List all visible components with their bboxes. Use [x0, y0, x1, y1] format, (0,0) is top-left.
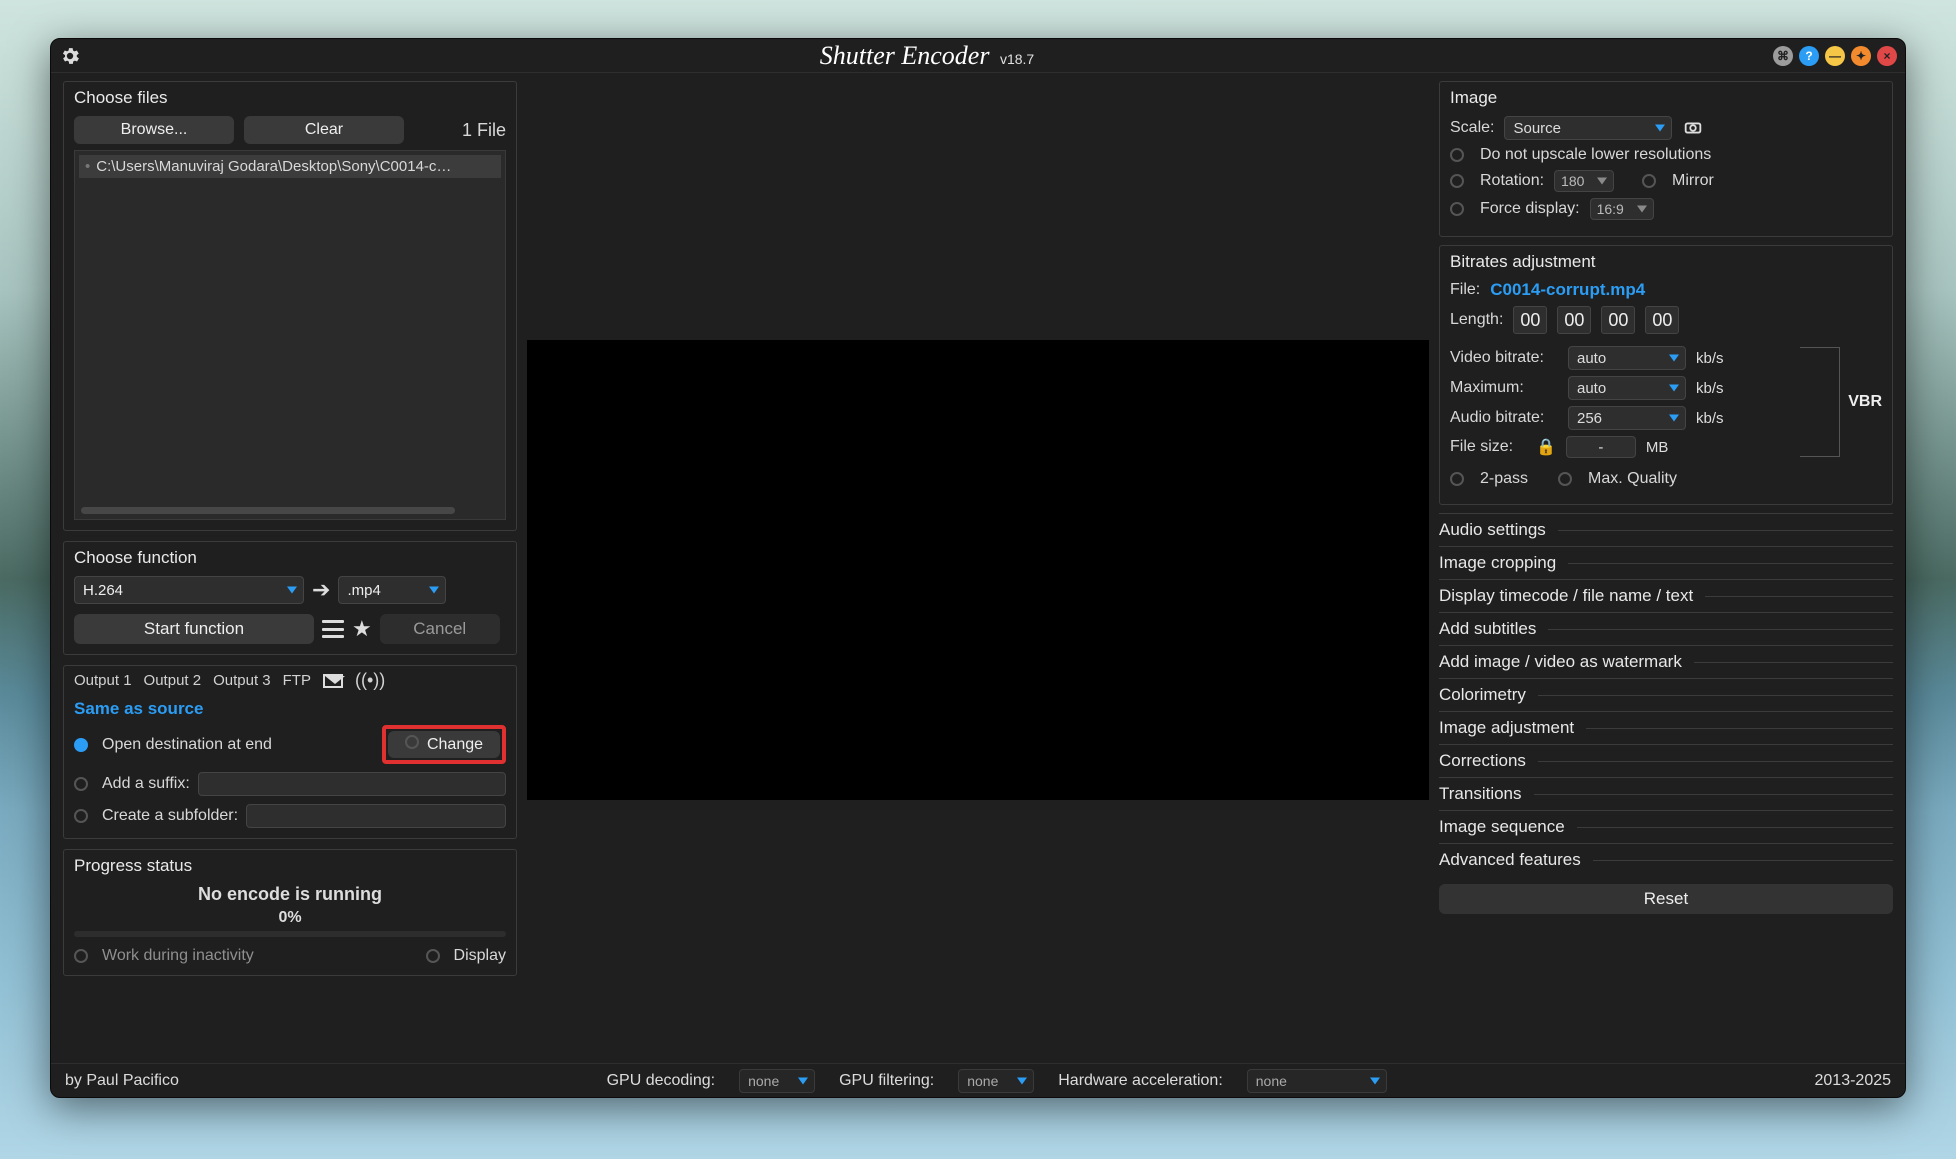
- progress-state: No encode is running: [74, 884, 506, 905]
- settings-icon[interactable]: [59, 45, 81, 67]
- section-watermark[interactable]: Add image / video as watermark: [1439, 645, 1893, 678]
- section-transitions[interactable]: Transitions: [1439, 777, 1893, 810]
- tab-output-3[interactable]: Output 3: [213, 672, 271, 689]
- clear-button[interactable]: Clear: [244, 116, 404, 144]
- max-quality-option[interactable]: [1558, 472, 1572, 486]
- file-list[interactable]: C:\Users\Manuviraj Godara\Desktop\Sony\C…: [74, 150, 506, 520]
- len-fr[interactable]: 00: [1645, 306, 1679, 334]
- container-select[interactable]: .mp4: [338, 576, 446, 604]
- bitrates-panel: Bitrates adjustment File: C0014-corrupt.…: [1439, 245, 1893, 505]
- section-timecode[interactable]: Display timecode / file name / text: [1439, 579, 1893, 612]
- years-label: 2013-2025: [1815, 1072, 1892, 1090]
- titlebar: Shutter Encoder v18.7 ⌘ ? — ✦ ×: [51, 39, 1905, 73]
- file-item[interactable]: C:\Users\Manuviraj Godara\Desktop\Sony\C…: [79, 155, 501, 178]
- display-option[interactable]: Display: [426, 947, 506, 965]
- lock-icon[interactable]: 🔒: [1536, 437, 1556, 457]
- section-imgadjust[interactable]: Image adjustment: [1439, 711, 1893, 744]
- change-highlight: Change: [382, 725, 506, 764]
- audio-bitrate-select[interactable]: 256: [1568, 406, 1686, 430]
- force-display-select[interactable]: 16:9: [1590, 198, 1654, 220]
- tab-output-1[interactable]: Output 1: [74, 672, 132, 689]
- video-bitrate-select[interactable]: auto: [1568, 346, 1686, 370]
- menu-icon[interactable]: [322, 620, 344, 638]
- choose-files-panel: Choose files Browse... Clear 1 File C:\U…: [63, 81, 517, 531]
- start-button[interactable]: Start function: [74, 614, 314, 644]
- subfolder-option[interactable]: [74, 809, 88, 823]
- bracket-decor: [1800, 347, 1840, 457]
- tab-ftp[interactable]: FTP: [283, 672, 311, 689]
- section-cropping[interactable]: Image cropping: [1439, 546, 1893, 579]
- two-pass-option[interactable]: [1450, 472, 1464, 486]
- section-corrections[interactable]: Corrections: [1439, 744, 1893, 777]
- rotation-option[interactable]: [1450, 174, 1464, 188]
- progress-panel: Progress status No encode is running 0% …: [63, 849, 517, 976]
- scale-select[interactable]: Source: [1504, 116, 1672, 140]
- stream-icon[interactable]: ((•)): [355, 670, 385, 691]
- rotation-select[interactable]: 180: [1554, 170, 1614, 192]
- len-m[interactable]: 00: [1557, 306, 1591, 334]
- suffix-option[interactable]: [74, 777, 88, 791]
- mail-icon[interactable]: [323, 674, 343, 688]
- help-icon[interactable]: ?: [1799, 46, 1819, 66]
- choose-files-title: Choose files: [74, 88, 506, 108]
- statusbar: by Paul Pacifico GPU decoding: none GPU …: [51, 1063, 1905, 1097]
- sections: Audio settings Image cropping Display ti…: [1439, 513, 1893, 876]
- favorite-icon[interactable]: ★: [352, 616, 372, 642]
- section-colorimetry[interactable]: Colorimetry: [1439, 678, 1893, 711]
- app-title: Shutter Encoder v18.7: [81, 41, 1773, 71]
- gpu-filtering-select[interactable]: none: [958, 1069, 1034, 1093]
- len-h[interactable]: 00: [1513, 306, 1547, 334]
- change-button[interactable]: Change: [388, 731, 500, 758]
- browse-button[interactable]: Browse...: [74, 116, 234, 144]
- author-label: by Paul Pacifico: [65, 1072, 179, 1090]
- choose-function-title: Choose function: [74, 548, 506, 568]
- progress-bar: [74, 931, 506, 937]
- file-count: 1 File: [462, 120, 506, 141]
- tab-output-2[interactable]: Output 2: [144, 672, 202, 689]
- progress-title: Progress status: [74, 856, 506, 876]
- close-icon[interactable]: ×: [1877, 46, 1897, 66]
- app-window: Shutter Encoder v18.7 ⌘ ? — ✦ × Choose f…: [50, 38, 1906, 1098]
- image-panel: Image Scale: Source Do not upscale lower…: [1439, 81, 1893, 237]
- crop-icon[interactable]: [1682, 117, 1704, 139]
- len-s[interactable]: 00: [1601, 306, 1635, 334]
- mirror-option[interactable]: [1642, 174, 1656, 188]
- section-advanced[interactable]: Advanced features: [1439, 843, 1893, 876]
- max-bitrate-select[interactable]: auto: [1568, 376, 1686, 400]
- bitrates-title: Bitrates adjustment: [1450, 252, 1882, 272]
- filesize-value[interactable]: -: [1566, 436, 1636, 458]
- force-display-option[interactable]: [1450, 202, 1464, 216]
- image-title: Image: [1450, 88, 1882, 108]
- destination-link[interactable]: Same as source: [74, 699, 506, 719]
- maximize-icon[interactable]: ✦: [1851, 46, 1871, 66]
- minimize-icon[interactable]: —: [1825, 46, 1845, 66]
- progress-percent: 0%: [74, 909, 506, 927]
- no-upscale-option[interactable]: [1450, 148, 1464, 162]
- arrow-icon: ➔: [312, 577, 330, 603]
- suffix-input[interactable]: [198, 772, 506, 796]
- window-controls: ⌘ ? — ✦ ×: [1773, 46, 1897, 66]
- gpu-decoding-select[interactable]: none: [739, 1069, 815, 1093]
- hw-accel-select[interactable]: none: [1247, 1069, 1387, 1093]
- section-audio[interactable]: Audio settings: [1439, 513, 1893, 546]
- cancel-button[interactable]: Cancel: [380, 614, 500, 644]
- video-preview[interactable]: [527, 340, 1429, 800]
- subfolder-input[interactable]: [246, 804, 506, 828]
- codec-select[interactable]: H.264: [74, 576, 304, 604]
- horizontal-scrollbar[interactable]: [81, 507, 455, 514]
- work-inactivity-option[interactable]: Work during inactivity: [74, 947, 254, 965]
- choose-function-panel: Choose function H.264 ➔ .mp4 Start funct…: [63, 541, 517, 655]
- section-subtitles[interactable]: Add subtitles: [1439, 612, 1893, 645]
- bitrate-file[interactable]: C0014-corrupt.mp4: [1490, 280, 1645, 300]
- output-panel: Output 1 Output 2 Output 3 FTP ((•)) Sam…: [63, 665, 517, 839]
- vbr-label[interactable]: VBR: [1848, 393, 1882, 411]
- reset-button[interactable]: Reset: [1439, 884, 1893, 914]
- donate-icon[interactable]: ⌘: [1773, 46, 1793, 66]
- open-at-end-option[interactable]: Open destination at end: [74, 736, 272, 754]
- section-sequence[interactable]: Image sequence: [1439, 810, 1893, 843]
